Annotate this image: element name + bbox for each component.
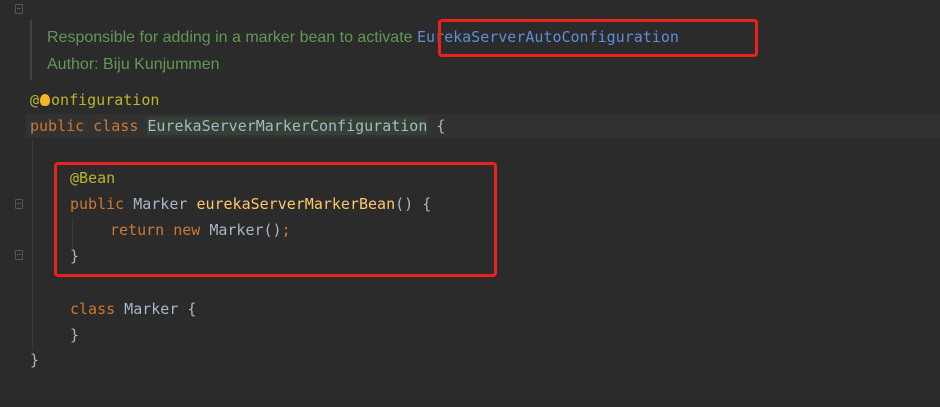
open-brace: { <box>427 117 446 135</box>
close-brace: } <box>30 351 40 369</box>
indent-guide <box>32 140 33 350</box>
inner-class-decl: Marker { <box>115 300 197 318</box>
keyword-class: class <box>93 117 139 135</box>
code-line-2[interactable]: public class EurekaServerMarkerConfigura… <box>30 116 445 136</box>
code-line-1[interactable]: @ onfiguration <box>30 90 159 110</box>
code-line-7[interactable]: class Marker { <box>70 299 196 319</box>
code-line-8[interactable]: } <box>70 325 79 345</box>
fold-marker-icon[interactable] <box>15 4 23 14</box>
code-editor[interactable]: Responsible for adding in a marker bean … <box>0 0 940 407</box>
annotation-at: @ <box>30 91 40 109</box>
intention-bulb-icon[interactable] <box>40 94 51 106</box>
keyword-public: public <box>30 117 85 135</box>
fold-marker-icon[interactable] <box>15 250 23 260</box>
highlight-box-link <box>438 19 758 57</box>
close-brace: } <box>70 326 80 344</box>
doc-comment-text: Responsible for adding in a marker bean … <box>47 29 417 46</box>
code-line-9[interactable]: } <box>30 350 39 370</box>
editor-gutter[interactable] <box>0 0 26 407</box>
annotation-configuration: onfiguration <box>51 91 160 109</box>
keyword-class: class <box>70 300 116 318</box>
fold-marker-icon[interactable] <box>15 199 23 209</box>
doc-comment-bar <box>30 20 32 80</box>
class-name: EurekaServerMarkerConfiguration <box>147 117 428 135</box>
doc-author-line: Author: Biju Kunjummen <box>47 56 220 73</box>
highlight-box-bean <box>54 162 497 277</box>
